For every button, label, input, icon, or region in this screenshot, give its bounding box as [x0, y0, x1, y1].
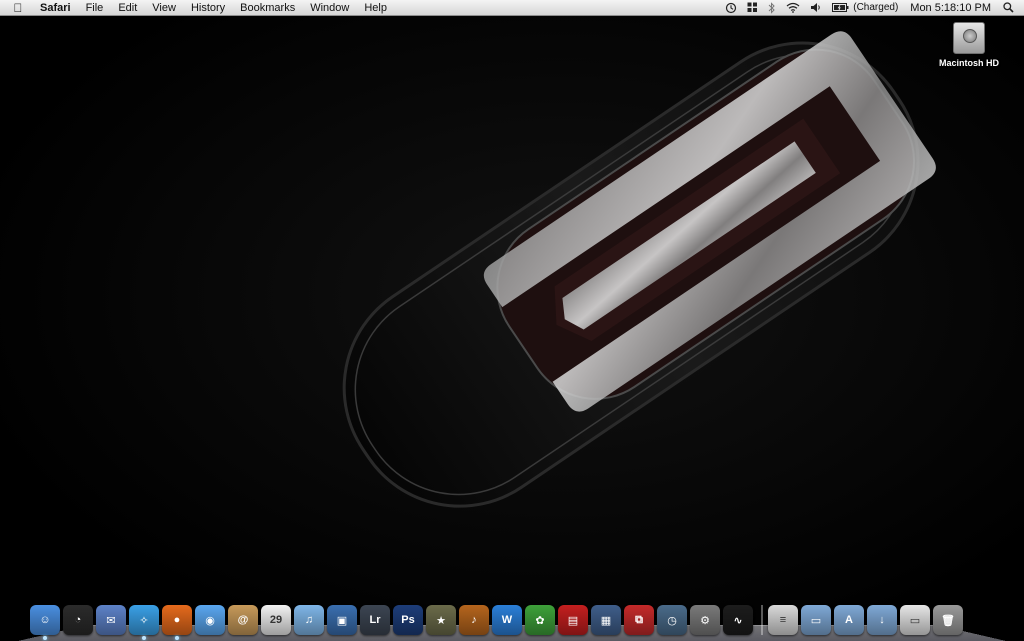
- lightroom-glyph: Lr: [369, 614, 381, 626]
- bluetooth-icon[interactable]: [768, 1, 776, 14]
- dashboard-glyph: ◔: [74, 614, 82, 626]
- screenshot-stack-glyph: ▭: [909, 614, 921, 627]
- running-indicator: [142, 636, 146, 640]
- menu-bar:  Safari File Edit View History Bookmark…: [0, 0, 1024, 16]
- document-stack-icon[interactable]: ≡: [768, 605, 798, 635]
- documents-folder-icon[interactable]: ▭: [801, 605, 831, 635]
- mail-glyph: ✉: [106, 614, 116, 627]
- itunes-icon[interactable]: ♫: [294, 605, 324, 635]
- applications-folder-glyph: A: [845, 614, 853, 626]
- firefox-icon[interactable]: ●: [162, 605, 192, 640]
- spaces-glyph: ▦: [600, 614, 612, 627]
- iweb-icon[interactable]: W: [492, 605, 522, 635]
- firefox-glyph: ●: [173, 614, 181, 626]
- imovie-icon[interactable]: ★: [426, 605, 456, 635]
- volume-icon[interactable]: [810, 2, 822, 13]
- spaces-icon[interactable]: ▦: [591, 605, 621, 635]
- screenshot-stack-icon[interactable]: ▭: [900, 605, 930, 635]
- safari-icon[interactable]: ✧: [129, 605, 159, 640]
- photo-booth-glyph: ▤: [567, 614, 579, 627]
- activity-monitor-glyph: ∿: [733, 614, 743, 627]
- activity-monitor-icon[interactable]: ∿: [723, 605, 753, 635]
- lightroom-icon[interactable]: Lr: [360, 605, 390, 635]
- running-indicator: [43, 636, 47, 640]
- menu-history[interactable]: History: [191, 2, 225, 14]
- parallels-glyph: ⧉: [635, 613, 643, 626]
- address-book-icon[interactable]: @: [228, 605, 258, 635]
- documents-folder-glyph: ▭: [810, 614, 822, 627]
- battery-icon[interactable]: (Charged): [832, 2, 898, 13]
- downloads-folder-icon[interactable]: ↓: [867, 605, 897, 635]
- grid-menu-icon[interactable]: [747, 2, 758, 13]
- desktop-icon-label: Macintosh HD: [938, 58, 999, 68]
- ical-icon[interactable]: 29: [261, 605, 291, 635]
- trash-glyph: 🗑: [941, 614, 955, 627]
- apple-menu-icon[interactable]: : [10, 1, 26, 15]
- photo-booth-icon[interactable]: ▤: [558, 605, 588, 635]
- photoshop-glyph: Ps: [401, 614, 415, 626]
- photoshop-icon[interactable]: Ps: [393, 605, 423, 635]
- document-stack-glyph: ≡: [779, 614, 787, 626]
- system-preferences-glyph: ⚙: [700, 614, 710, 627]
- iweb-glyph: W: [501, 614, 513, 626]
- frog-icon[interactable]: ✿: [525, 605, 555, 635]
- itunes-glyph: ♫: [304, 614, 314, 626]
- mail-icon[interactable]: ✉: [96, 605, 126, 635]
- menu-view[interactable]: View: [152, 2, 176, 14]
- finder-icon[interactable]: ☺: [30, 605, 60, 640]
- menu-window[interactable]: Window: [310, 2, 349, 14]
- finder-glyph: ☺: [39, 614, 51, 626]
- frog-app-glyph: ✿: [535, 614, 545, 627]
- running-indicator: [175, 636, 179, 640]
- garageband-glyph: ♪: [471, 614, 477, 626]
- hard-drive-icon: [953, 22, 985, 54]
- menu-edit[interactable]: Edit: [118, 2, 137, 14]
- iphoto-icon[interactable]: ▣: [327, 605, 357, 635]
- imovie-glyph: ★: [436, 614, 446, 627]
- time-machine-glyph: ◷: [667, 614, 677, 627]
- spotlight-search-icon[interactable]: [1003, 2, 1014, 13]
- address-book-glyph: @: [237, 614, 249, 626]
- wifi-icon[interactable]: [786, 2, 800, 13]
- garageband-icon[interactable]: ♪: [459, 605, 489, 635]
- ichat-icon[interactable]: ◉: [195, 605, 225, 635]
- dock: ☺ ◔ ✉ ✧ ● ◉ @29 ♫ ▣ Lr Ps ★ ♪ W ✿ ▤ ▦ ⧉ ◷ ⚙ ∿ ≡ ▭ A ↓ ▭ 🗑: [30, 595, 966, 640]
- system-preferences-icon[interactable]: ⚙: [690, 605, 720, 635]
- safari-glyph: ✧: [139, 614, 149, 627]
- status-area: (Charged) Mon 5:18:10 PM: [715, 0, 1024, 15]
- menu-help[interactable]: Help: [364, 2, 387, 14]
- ichat-glyph: ◉: [205, 614, 215, 627]
- trash-icon[interactable]: 🗑: [933, 605, 963, 635]
- menu-clock[interactable]: Mon 5:18:10 PM: [910, 2, 991, 14]
- menu-app-name[interactable]: Safari: [40, 2, 71, 14]
- applications-folder-icon[interactable]: A: [834, 605, 864, 635]
- dock-separator: [761, 605, 763, 635]
- desktop-icon-macintosh-hd[interactable]: Macintosh HD: [930, 22, 1008, 68]
- time-machine-icon[interactable]: ◷: [657, 605, 687, 635]
- desktop-wallpaper: [0, 16, 1024, 640]
- parallels-icon[interactable]: ⧉: [624, 605, 654, 635]
- time-machine-menu-icon[interactable]: [725, 2, 737, 14]
- ical-glyph: 29: [269, 614, 283, 626]
- downloads-folder-glyph: ↓: [879, 614, 885, 626]
- dashboard-icon[interactable]: ◔: [63, 605, 93, 635]
- battery-status: (Charged): [853, 2, 899, 13]
- iphoto-glyph: ▣: [336, 614, 348, 627]
- menu-bookmarks[interactable]: Bookmarks: [240, 2, 295, 14]
- menu-file[interactable]: File: [86, 2, 104, 14]
